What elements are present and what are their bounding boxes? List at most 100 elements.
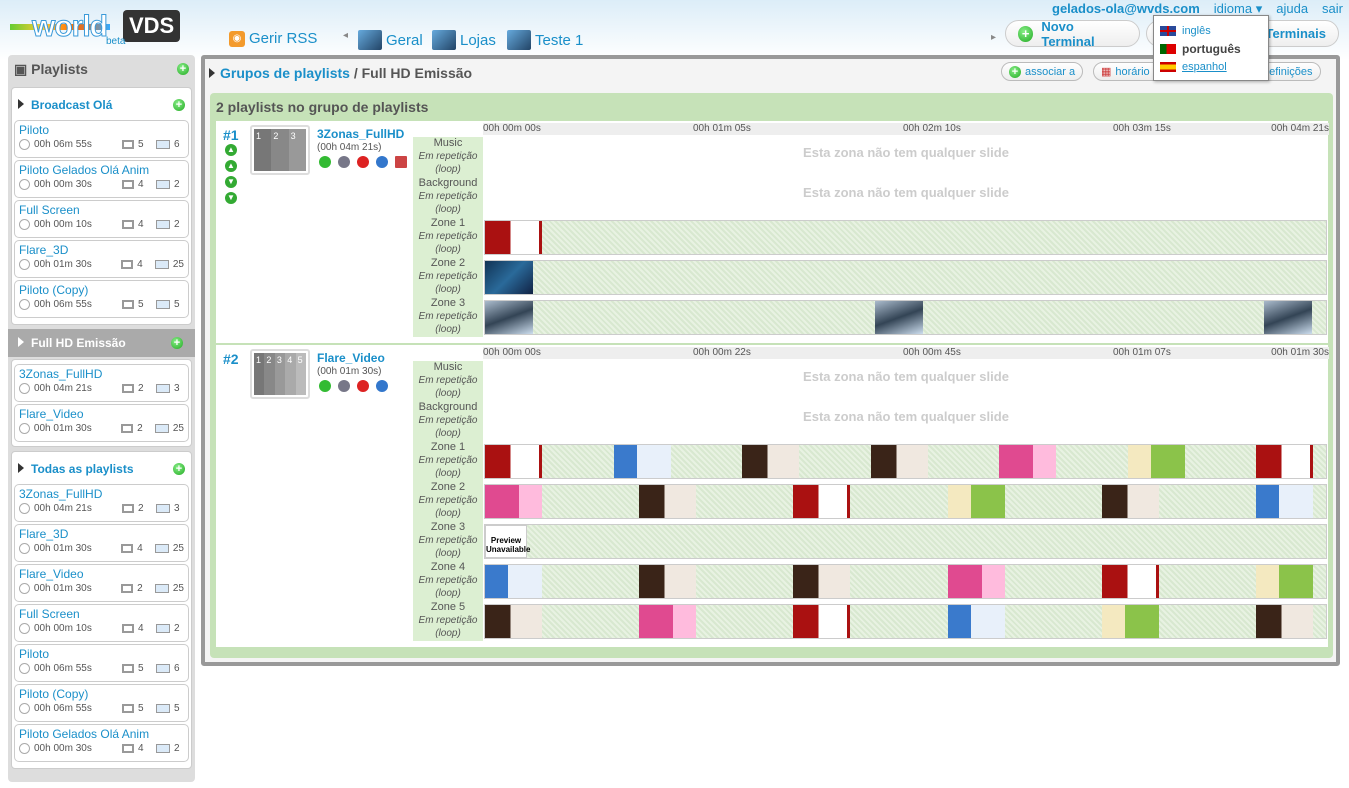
add-playlist-icon[interactable]: + xyxy=(177,63,189,75)
new-terminal-button[interactable]: + Novo Terminal xyxy=(1005,19,1140,49)
move-up-icon[interactable]: ▲ xyxy=(225,160,237,172)
slide-thumbnail[interactable] xyxy=(1256,485,1314,518)
associate-button[interactable]: + associar a xyxy=(1001,62,1084,81)
playlist-item[interactable]: 3Zonas_FullHD 00h 04m 21s 2 3 xyxy=(14,364,189,402)
playlist-name-link[interactable]: Flare_Video xyxy=(317,351,385,365)
schedule-label: horário xyxy=(1115,65,1150,78)
zone-timeline[interactable]: Esta zona não tem qualquer slide xyxy=(483,401,1329,441)
layout-thumbnail[interactable]: 12345 xyxy=(250,349,310,399)
play-icon[interactable] xyxy=(319,380,331,392)
zone-timeline[interactable] xyxy=(483,441,1329,481)
language-option-pt[interactable]: português xyxy=(1160,40,1262,58)
zone-name: Zone 3 xyxy=(430,521,466,533)
group-header[interactable]: Todas as playlists + xyxy=(14,456,189,482)
slide-thumbnail[interactable] xyxy=(947,485,1005,518)
rss-link[interactable]: ◉ Gerir RSS xyxy=(229,30,317,47)
zone-timeline[interactable] xyxy=(483,257,1329,297)
slide-thumbnail[interactable] xyxy=(485,445,542,478)
playlist-item[interactable]: Piloto (Copy) 00h 06m 55s 5 5 xyxy=(14,280,189,318)
slide-thumbnail[interactable] xyxy=(947,565,1005,598)
worldvds-logo[interactable]: world VDS beta xyxy=(10,4,190,48)
remove-icon[interactable] xyxy=(357,380,369,392)
group-header[interactable]: Broadcast Olá + xyxy=(14,92,189,118)
slide-thumbnail[interactable] xyxy=(1256,445,1314,478)
zone-timeline[interactable] xyxy=(483,297,1329,337)
settings-icon[interactable] xyxy=(338,380,350,392)
playlist-item[interactable]: Piloto 00h 06m 55s 5 6 xyxy=(14,120,189,158)
slide-thumbnail[interactable] xyxy=(485,301,533,334)
slide-thumbnail[interactable] xyxy=(1256,565,1314,598)
slide-thumbnail[interactable] xyxy=(874,301,923,334)
slide-thumbnail[interactable] xyxy=(639,605,697,638)
play-icon[interactable] xyxy=(319,156,331,168)
slide-thumbnail[interactable] xyxy=(613,445,671,478)
group-link-1[interactable]: Lojas xyxy=(432,30,496,50)
slide-thumbnail[interactable] xyxy=(793,485,851,518)
slide-thumbnail[interactable] xyxy=(1264,301,1312,334)
playlist-item[interactable]: Flare_3D 00h 01m 30s 4 25 xyxy=(14,524,189,562)
layout-thumbnail[interactable]: 123 xyxy=(250,125,310,175)
slide-thumbnail[interactable] xyxy=(485,485,542,518)
move-top-icon[interactable]: ▲ xyxy=(225,144,237,156)
playlist-item[interactable]: Flare_3D 00h 01m 30s 4 25 xyxy=(14,240,189,278)
slide-thumbnail[interactable] xyxy=(742,445,800,478)
playlist-item[interactable]: Piloto Gelados Olá Anim 00h 00m 30s 4 2 xyxy=(14,160,189,198)
playlist-item[interactable]: Full Screen 00h 00m 10s 4 2 xyxy=(14,200,189,238)
slide-thumbnail[interactable] xyxy=(793,565,851,598)
slide-thumbnail[interactable] xyxy=(1101,605,1159,638)
zone-timeline[interactable]: Esta zona não tem qualquer slide xyxy=(483,177,1329,217)
slide-thumbnail[interactable] xyxy=(1101,485,1159,518)
calendar-icon[interactable] xyxy=(395,156,407,168)
slide-thumbnail[interactable]: Preview Unavailable xyxy=(485,525,530,558)
playlist-item[interactable]: Full Screen 00h 00m 10s 4 2 xyxy=(14,604,189,642)
zone-timeline[interactable] xyxy=(483,601,1329,641)
preview-icon[interactable] xyxy=(376,156,388,168)
zone-timeline[interactable] xyxy=(483,481,1329,521)
logout-link[interactable]: sair xyxy=(1322,1,1343,17)
group-link-2[interactable]: Teste 1 xyxy=(507,30,583,50)
slide-thumbnail[interactable] xyxy=(1127,445,1185,478)
zone-timeline[interactable]: Preview Unavailable xyxy=(483,521,1329,561)
move-down-icon[interactable]: ▼ xyxy=(225,176,237,188)
slide-thumbnail[interactable] xyxy=(485,221,542,254)
slide-thumbnail[interactable] xyxy=(870,445,928,478)
slide-thumbnail[interactable] xyxy=(485,261,533,294)
add-icon[interactable]: + xyxy=(173,99,185,111)
zone-timeline[interactable]: Esta zona não tem qualquer slide xyxy=(483,137,1329,177)
language-option-es[interactable]: espanhol xyxy=(1160,58,1262,76)
add-icon[interactable]: + xyxy=(173,463,185,475)
playlist-item[interactable]: Piloto 00h 06m 55s 5 6 xyxy=(14,644,189,682)
slide-thumbnail[interactable] xyxy=(485,565,542,598)
slide-thumbnail[interactable] xyxy=(947,605,1005,638)
preview-icon[interactable] xyxy=(376,380,388,392)
slide-thumbnail[interactable] xyxy=(999,445,1057,478)
ruler-label: 00h 00m 00s xyxy=(483,347,541,358)
slide-thumbnail[interactable] xyxy=(639,565,697,598)
group-header[interactable]: Full HD Emissão + xyxy=(8,329,195,357)
playlist-name-link[interactable]: 3Zonas_FullHD xyxy=(317,127,404,141)
slide-thumbnail[interactable] xyxy=(793,605,851,638)
playlist-item[interactable]: Piloto (Copy) 00h 06m 55s 5 5 xyxy=(14,684,189,722)
back-arrow-icon[interactable]: ◂ xyxy=(343,30,348,41)
slide-thumbnail[interactable] xyxy=(1256,605,1314,638)
add-icon[interactable]: + xyxy=(171,337,183,349)
help-link[interactable]: ajuda xyxy=(1276,1,1308,17)
playlist-item[interactable]: Piloto Gelados Olá Anim 00h 00m 30s 4 2 xyxy=(14,724,189,762)
playlist-meta: 00h 01m 30s 2 25 xyxy=(19,583,184,594)
playlist-item[interactable]: 3Zonas_FullHD 00h 04m 21s 2 3 xyxy=(14,484,189,522)
playlist-item[interactable]: Flare_Video 00h 01m 30s 2 25 xyxy=(14,564,189,602)
zone-timeline[interactable] xyxy=(483,217,1329,257)
move-bottom-icon[interactable]: ▼ xyxy=(225,192,237,204)
breadcrumb-link[interactable]: Grupos de playlists xyxy=(220,65,350,81)
settings-icon[interactable] xyxy=(338,156,350,168)
group-link-0[interactable]: Geral xyxy=(358,30,423,50)
slide-thumbnail[interactable] xyxy=(639,485,697,518)
slide-thumbnail[interactable] xyxy=(1101,565,1159,598)
language-option-uk[interactable]: inglês xyxy=(1160,22,1262,40)
remove-icon[interactable] xyxy=(357,156,369,168)
slide-thumbnail[interactable] xyxy=(485,605,542,638)
zone-timeline[interactable]: Esta zona não tem qualquer slide xyxy=(483,361,1329,401)
zone-timeline[interactable] xyxy=(483,561,1329,601)
playlist-item[interactable]: Flare_Video 00h 01m 30s 2 25 xyxy=(14,404,189,442)
terminal-count: 4 xyxy=(137,259,143,270)
